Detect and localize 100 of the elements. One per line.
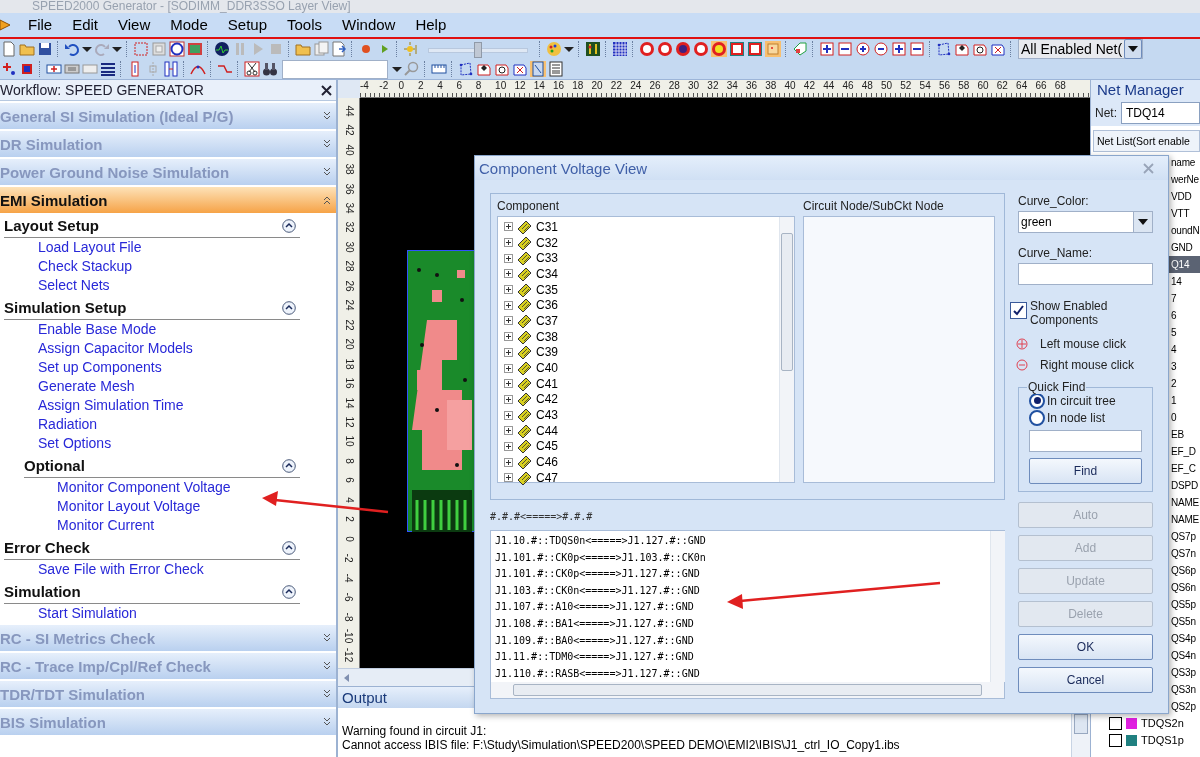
workflow-link[interactable]: Enable Base Mode (0, 320, 336, 339)
workflow-link[interactable]: Monitor Current (0, 516, 336, 535)
node-list[interactable] (803, 216, 995, 483)
expand-icon[interactable] (504, 473, 513, 483)
expand-icon[interactable] (504, 410, 513, 420)
expand-icon[interactable] (504, 285, 513, 295)
expand-icon[interactable] (322, 167, 332, 177)
expand-icon[interactable] (504, 347, 513, 357)
checkbox[interactable] (1010, 302, 1027, 319)
tree-item[interactable]: C34 (536, 266, 558, 281)
tree-item[interactable]: C32 (536, 235, 558, 250)
tag-icon[interactable] (792, 41, 808, 57)
collapse-icon[interactable] (282, 300, 296, 315)
expand-icon[interactable] (504, 269, 513, 279)
zoom-out-icon[interactable] (837, 41, 853, 57)
node-pair-item[interactable]: J1.107.#::A10<=====>J1.127.#::GND (495, 599, 990, 616)
node-pair-item[interactable]: J1.10.#::TDQS0n<=====>J1.127.#::GND (495, 533, 990, 550)
tree-item[interactable]: C36 (536, 298, 558, 313)
expand-icon[interactable] (504, 253, 513, 263)
menu-item[interactable]: Edit (64, 14, 111, 36)
tree-item[interactable]: C41 (536, 376, 558, 391)
node-pair-item[interactable]: J1.101.#::CK0p<=====>J1.103.#::CK0n (495, 549, 990, 567)
caret-icon[interactable] (1128, 46, 1139, 52)
expand-icon[interactable] (504, 457, 513, 467)
ruler-icon[interactable] (431, 61, 447, 77)
tree-item[interactable]: C40 (536, 361, 558, 376)
tree-item[interactable]: C44 (536, 423, 558, 438)
scrollbar[interactable] (990, 531, 1005, 682)
close-icon[interactable] (321, 84, 332, 96)
expand-icon[interactable] (322, 661, 332, 671)
net-filter-dropdown[interactable]: All Enabled Net( (1018, 39, 1144, 59)
zoom-in-icon[interactable] (855, 41, 871, 57)
square-icon[interactable] (747, 41, 763, 57)
tree-item[interactable]: C38 (536, 329, 558, 344)
workflow-link[interactable]: Monitor Layout Voltage (0, 497, 336, 516)
save-icon[interactable] (37, 41, 53, 57)
net-list-item[interactable]: TDQS2n (1091, 715, 1200, 732)
node-pair-item[interactable]: J1.109.#::BA0<=====>J1.127.#::GND (495, 632, 990, 650)
polygon-icon[interactable] (458, 61, 474, 77)
workflow-link[interactable]: Select Nets (0, 276, 336, 295)
layer-icon[interactable] (476, 61, 492, 77)
bar-icon[interactable] (163, 61, 179, 77)
menu-item[interactable]: Mode (162, 14, 220, 36)
menu-item[interactable]: File (20, 14, 65, 36)
tree-item[interactable]: C35 (536, 282, 558, 297)
workflow-link[interactable]: Load Layout File (0, 238, 336, 257)
palette-icon[interactable] (546, 41, 562, 57)
export-icon[interactable] (331, 41, 347, 57)
expand-icon[interactable] (504, 300, 513, 310)
workflow-link[interactable]: Start Simulation (0, 604, 336, 623)
radio-button[interactable] (1029, 409, 1045, 426)
ring-icon[interactable] (711, 41, 727, 57)
workflow-link[interactable]: Monitor Component Voltage (0, 478, 336, 497)
add-box-icon[interactable] (46, 61, 62, 77)
list-header[interactable]: Net List(Sort enable (1093, 130, 1200, 152)
tree-item[interactable]: C45 (536, 439, 558, 454)
curve-color-dropdown[interactable]: green (1018, 211, 1153, 233)
collapse-icon[interactable] (282, 458, 296, 473)
grid-icon[interactable] (612, 41, 628, 57)
tree-item[interactable]: C37 (536, 313, 558, 328)
scrollbar[interactable] (779, 217, 794, 482)
list-icon[interactable] (548, 61, 564, 77)
expand-icon[interactable] (322, 139, 332, 149)
scroll-left-icon[interactable] (342, 672, 352, 683)
chip-icon[interactable] (19, 61, 35, 77)
dialog-button[interactable]: Cancel (1018, 667, 1153, 693)
node-pair-item[interactable]: J1.110.#::RASB<=====>J1.127.#::GND (495, 665, 990, 682)
node-pair-item[interactable]: J1.101.#::CK0p<=====>J1.127.#::GND (495, 566, 990, 583)
tree-item[interactable]: C42 (536, 392, 558, 407)
ring-icon[interactable] (693, 41, 709, 57)
document-icon[interactable] (530, 61, 546, 77)
workflow-link[interactable]: Set up Components (0, 358, 336, 377)
workflow-link[interactable]: Set Options (0, 434, 336, 453)
tree-item[interactable]: C31 (536, 219, 558, 234)
net-list-item[interactable]: TDQS1p (1091, 732, 1200, 749)
expand-icon[interactable] (322, 717, 332, 727)
menu-item[interactable]: Help (407, 14, 459, 36)
chip-icon[interactable] (585, 41, 601, 57)
ring-icon[interactable] (657, 41, 673, 57)
scrollbar[interactable] (491, 682, 1004, 698)
undo-icon[interactable] (64, 41, 80, 57)
checkbox[interactable] (1109, 717, 1122, 730)
workflow-link[interactable]: Generate Mesh (0, 377, 336, 396)
curve-name-field[interactable] (1018, 263, 1153, 285)
dialog-button[interactable]: OK (1018, 634, 1153, 660)
globe-icon[interactable] (214, 41, 230, 57)
circle-icon[interactable] (169, 41, 185, 57)
expand-icon[interactable] (322, 633, 332, 643)
node-pair-item[interactable]: J1.108.#::BA1<=====>J1.127.#::GND (495, 615, 990, 633)
tree-item[interactable]: C39 (536, 345, 558, 360)
net-field[interactable]: TDQ14 (1121, 102, 1200, 124)
tree-item[interactable]: C43 (536, 408, 558, 423)
find-button[interactable]: Find (1029, 458, 1142, 484)
tree-item[interactable]: C46 (536, 455, 558, 470)
new-file-icon[interactable] (1, 41, 17, 57)
expand-icon[interactable] (504, 222, 513, 232)
workflow-link[interactable]: Check Stackup (0, 257, 336, 276)
expand-icon[interactable] (504, 332, 513, 342)
workflow-link[interactable]: Assign Capacitor Models (0, 339, 336, 358)
expand-icon[interactable] (322, 111, 332, 121)
